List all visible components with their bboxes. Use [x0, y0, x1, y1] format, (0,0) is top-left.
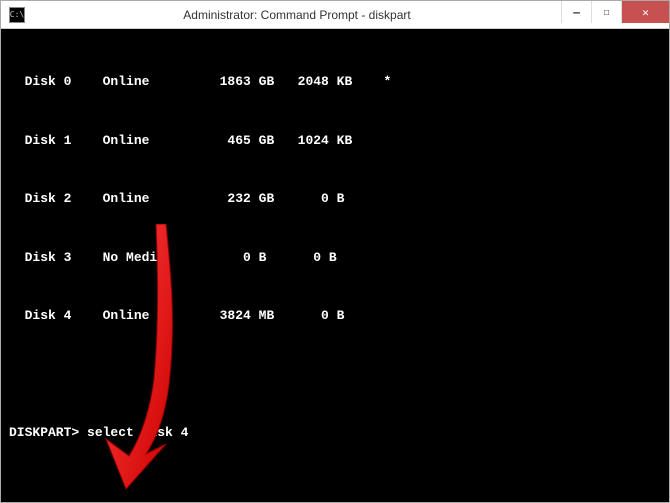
disk-row: Disk 1 Online 465 GB 1024 KB: [9, 131, 661, 151]
cmd-icon: C:\: [9, 7, 25, 23]
window-controls: — ☐ ✕: [561, 1, 669, 23]
terminal-output[interactable]: Disk 0 Online 1863 GB 2048 KB * Disk 1 O…: [1, 29, 669, 502]
titlebar[interactable]: C:\ Administrator: Command Prompt - disk…: [1, 1, 669, 29]
disk-row: Disk 3 No Media 0 B 0 B: [9, 248, 661, 268]
disk-row: Disk 4 Online 3824 MB 0 B: [9, 306, 661, 326]
blank-line: [9, 365, 661, 385]
command-prompt-window: C:\ Administrator: Command Prompt - disk…: [0, 0, 670, 503]
prompt-line: DISKPART> select disk 4: [9, 423, 661, 443]
maximize-button[interactable]: ☐: [591, 1, 621, 23]
disk-row: Disk 0 Online 1863 GB 2048 KB *: [9, 72, 661, 92]
minimize-button[interactable]: —: [561, 1, 591, 23]
close-button[interactable]: ✕: [621, 1, 669, 23]
disk-row: Disk 2 Online 232 GB 0 B: [9, 189, 661, 209]
